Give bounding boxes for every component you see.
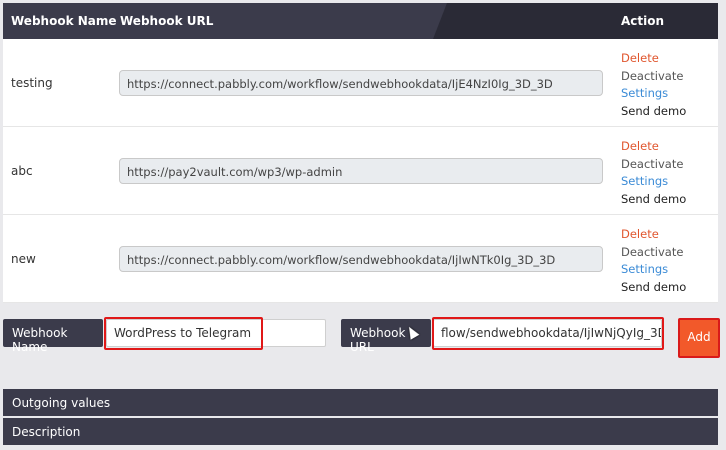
outgoing-values-panel[interactable]: Outgoing values — [3, 389, 718, 416]
row-actions: Delete Deactivate Settings Send demo — [621, 226, 686, 296]
row-url-field[interactable]: https://pay2vault.com/wp3/wp-admin — [119, 158, 603, 184]
header-webhook-url: Webhook URL — [120, 14, 214, 28]
row-name: abc — [11, 164, 33, 178]
header-webhook-name: Webhook Name — [11, 14, 117, 28]
delete-link[interactable]: Delete — [621, 138, 686, 156]
row-actions: Delete Deactivate Settings Send demo — [621, 50, 686, 120]
send-demo-link[interactable]: Send demo — [621, 191, 686, 209]
delete-link[interactable]: Delete — [621, 50, 686, 68]
settings-link[interactable]: Settings — [621, 85, 686, 103]
url-input-highlight — [432, 317, 664, 350]
deactivate-link[interactable]: Deactivate — [621, 244, 686, 262]
webhook-table: Webhook Name Webhook URL Action testing … — [3, 3, 718, 303]
name-input-highlight — [104, 317, 263, 350]
table-row: testing https://connect.pabbly.com/workf… — [3, 39, 718, 127]
add-button[interactable]: Add — [678, 318, 720, 358]
settings-link[interactable]: Settings — [621, 173, 686, 191]
row-name: new — [11, 252, 36, 266]
row-name: testing — [11, 76, 53, 90]
header-accent — [433, 3, 718, 39]
deactivate-link[interactable]: Deactivate — [621, 68, 686, 86]
description-panel[interactable]: Description — [3, 418, 718, 445]
header-action: Action — [621, 14, 665, 28]
row-actions: Delete Deactivate Settings Send demo — [621, 138, 686, 208]
send-demo-link[interactable]: Send demo — [621, 103, 686, 121]
row-url-field[interactable]: https://connect.pabbly.com/workflow/send… — [119, 246, 603, 272]
table-row: new https://connect.pabbly.com/workflow/… — [3, 215, 718, 303]
delete-link[interactable]: Delete — [621, 226, 686, 244]
send-demo-link[interactable]: Send demo — [621, 279, 686, 297]
deactivate-link[interactable]: Deactivate — [621, 156, 686, 174]
settings-link[interactable]: Settings — [621, 261, 686, 279]
webhook-name-label: Webhook Name — [3, 319, 103, 354]
table-header: Webhook Name Webhook URL Action — [3, 3, 718, 39]
table-row: abc https://pay2vault.com/wp3/wp-admin D… — [3, 127, 718, 215]
row-url-field[interactable]: https://connect.pabbly.com/workflow/send… — [119, 70, 603, 96]
